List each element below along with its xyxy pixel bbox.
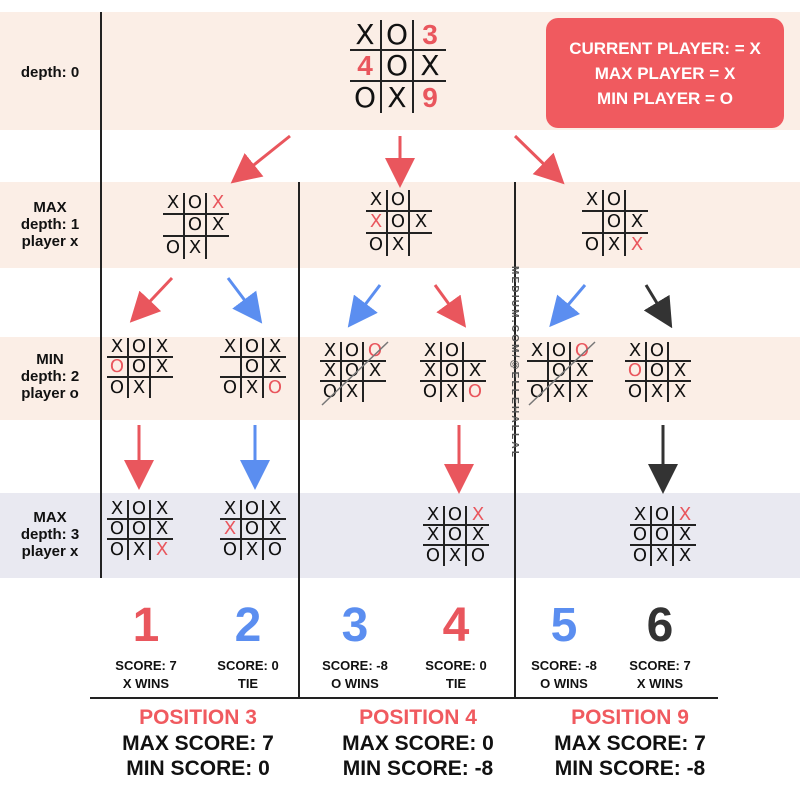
win-strike-board5 [528, 341, 596, 406]
